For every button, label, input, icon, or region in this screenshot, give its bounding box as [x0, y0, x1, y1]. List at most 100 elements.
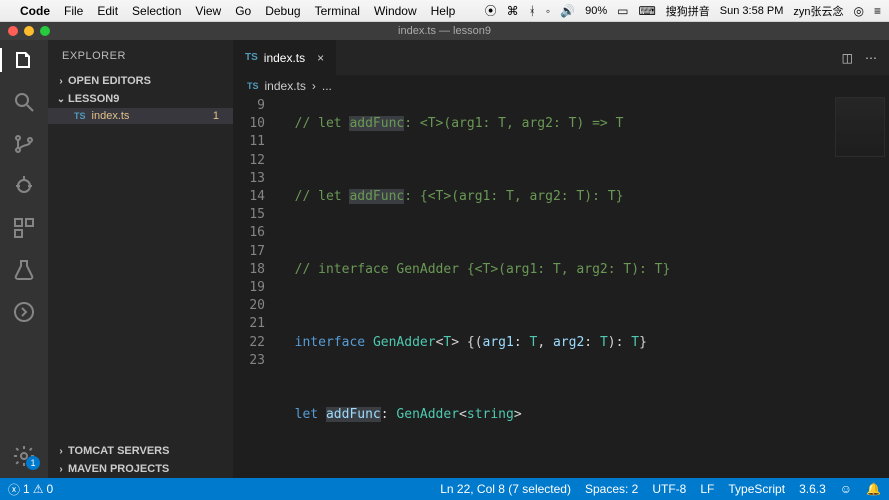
folder-label: LESSON9 [68, 93, 119, 105]
code-lines[interactable]: // let addFunc: <T>(arg1: T, arg2: T) =>… [279, 97, 889, 478]
tomcat-label: TOMCAT SERVERS [68, 445, 169, 457]
tab-close-icon[interactable]: × [317, 51, 324, 65]
line-number: 16 [233, 224, 265, 242]
open-editors-label: OPEN EDITORS [68, 75, 151, 87]
window-titlebar: index.ts — lesson9 [0, 22, 889, 40]
status-spaces[interactable]: Spaces: 2 [585, 482, 638, 496]
line-gutter: 9 10 11 12 13 14 15 16 17 18 19 20 21 22… [233, 97, 279, 478]
activity-test[interactable] [12, 258, 36, 282]
battery-icon[interactable]: ▭ [617, 4, 628, 18]
line-number: 23 [233, 352, 265, 370]
sidebar-title: EXPLORER [48, 40, 233, 72]
activity-scm[interactable] [12, 132, 36, 156]
menu-window[interactable]: Window [374, 4, 417, 18]
activity-search[interactable] [12, 90, 36, 114]
status-cursor[interactable]: Ln 22, Col 8 (7 selected) [440, 482, 571, 496]
chevron-right-icon: › [54, 464, 68, 475]
maven-label: MAVEN PROJECTS [68, 463, 169, 475]
user-name[interactable]: zyn张云念 [793, 3, 843, 19]
status-bell-icon[interactable]: 🔔 [866, 482, 881, 496]
chevron-right-icon: › [54, 76, 68, 87]
file-name: index.ts [92, 110, 130, 122]
breadcrumb-file[interactable]: index.ts [265, 79, 306, 93]
settings-badge: 1 [26, 456, 40, 470]
siri-icon[interactable]: ◎ [854, 4, 864, 18]
folder-section[interactable]: ⌄ LESSON9 [48, 90, 233, 108]
camera-icon[interactable]: ⌘ [507, 4, 519, 18]
typescript-icon: TS [247, 81, 259, 91]
search-icon [12, 90, 36, 114]
line-number: 19 [233, 279, 265, 297]
menu-edit[interactable]: Edit [97, 4, 118, 18]
activity-settings[interactable]: 1 [12, 444, 36, 468]
typescript-icon: TS [74, 111, 86, 121]
status-encoding[interactable]: UTF-8 [652, 482, 686, 496]
status-eol[interactable]: LF [700, 482, 714, 496]
files-icon [12, 48, 36, 72]
explorer-sidebar: EXPLORER › OPEN EDITORS ⌄ LESSON9 TS ind… [48, 40, 233, 478]
wifi-icon[interactable]: ◦ [546, 4, 550, 18]
chevron-down-icon: ⌄ [54, 94, 68, 105]
traffic-minimize-icon[interactable] [24, 26, 34, 36]
line-number: 22 [233, 334, 265, 352]
menu-debug[interactable]: Debug [265, 4, 300, 18]
warning-count: 0 [46, 482, 53, 496]
warning-icon: ⚠ [33, 482, 44, 496]
window-title: index.ts — lesson9 [398, 25, 491, 37]
error-count: 1 [23, 482, 30, 496]
status-ts-version[interactable]: 3.6.3 [799, 482, 826, 496]
editor-tabs: TS index.ts × ◫ ⋯ [233, 40, 889, 75]
activity-debug[interactable] [12, 174, 36, 198]
line-number: 12 [233, 152, 265, 170]
menu-go[interactable]: Go [235, 4, 251, 18]
menu-selection[interactable]: Selection [132, 4, 181, 18]
minimap[interactable] [835, 97, 885, 157]
ime-label[interactable]: 搜狗拼音 [666, 3, 710, 19]
breadcrumbs[interactable]: TS index.ts › ... [233, 75, 889, 97]
status-language[interactable]: TypeScript [728, 482, 785, 496]
traffic-close-icon[interactable] [8, 26, 18, 36]
line-number: 15 [233, 206, 265, 224]
line-number: 13 [233, 170, 265, 188]
chevron-right-icon: › [54, 446, 68, 457]
typescript-icon: TS [245, 52, 258, 63]
spotlight-icon[interactable]: ⦿ [485, 2, 497, 19]
tab-index-ts[interactable]: TS index.ts × [233, 40, 337, 75]
split-editor-icon[interactable]: ◫ [842, 51, 853, 65]
ime-icon[interactable]: ⌨ [638, 4, 655, 18]
file-problems-badge: 1 [213, 110, 219, 122]
open-editors-section[interactable]: › OPEN EDITORS [48, 72, 233, 90]
line-number: 9 [233, 97, 265, 115]
sound-icon[interactable]: 🔊 [560, 4, 575, 18]
line-number: 20 [233, 297, 265, 315]
more-actions-icon[interactable]: ⋯ [865, 51, 877, 65]
menu-view[interactable]: View [195, 4, 221, 18]
traffic-zoom-icon[interactable] [40, 26, 50, 36]
activity-extensions[interactable] [12, 216, 36, 240]
line-number: 21 [233, 315, 265, 333]
activity-remote[interactable] [12, 300, 36, 324]
tab-label: index.ts [264, 51, 305, 65]
tomcat-section[interactable]: › TOMCAT SERVERS [48, 442, 233, 460]
status-errors[interactable]: ⓧ1 ⚠0 [8, 481, 53, 498]
remote-icon [12, 300, 36, 324]
git-branch-icon [12, 132, 36, 156]
menu-terminal[interactable]: Terminal [315, 4, 360, 18]
breadcrumb-symbol[interactable]: ... [322, 79, 332, 93]
macos-menubar: Code File Edit Selection View Go Debug T… [0, 0, 889, 22]
code-editor[interactable]: 9 10 11 12 13 14 15 16 17 18 19 20 21 22… [233, 97, 889, 478]
line-number: 14 [233, 188, 265, 206]
line-number: 18 [233, 261, 265, 279]
line-number: 11 [233, 133, 265, 151]
clock[interactable]: Sun 3:58 PM [720, 5, 784, 17]
file-item-index-ts[interactable]: TS index.ts 1 [48, 108, 233, 124]
menu-file[interactable]: File [64, 4, 83, 18]
beaker-icon [12, 258, 36, 282]
menu-icon[interactable]: ≡ [874, 4, 881, 18]
status-feedback-icon[interactable]: ☺ [840, 482, 852, 496]
menu-help[interactable]: Help [431, 4, 456, 18]
activity-explorer[interactable] [12, 48, 36, 72]
maven-section[interactable]: › MAVEN PROJECTS [48, 460, 233, 478]
bluetooth-icon[interactable]: ᚼ [529, 4, 536, 18]
app-name[interactable]: Code [20, 4, 50, 18]
